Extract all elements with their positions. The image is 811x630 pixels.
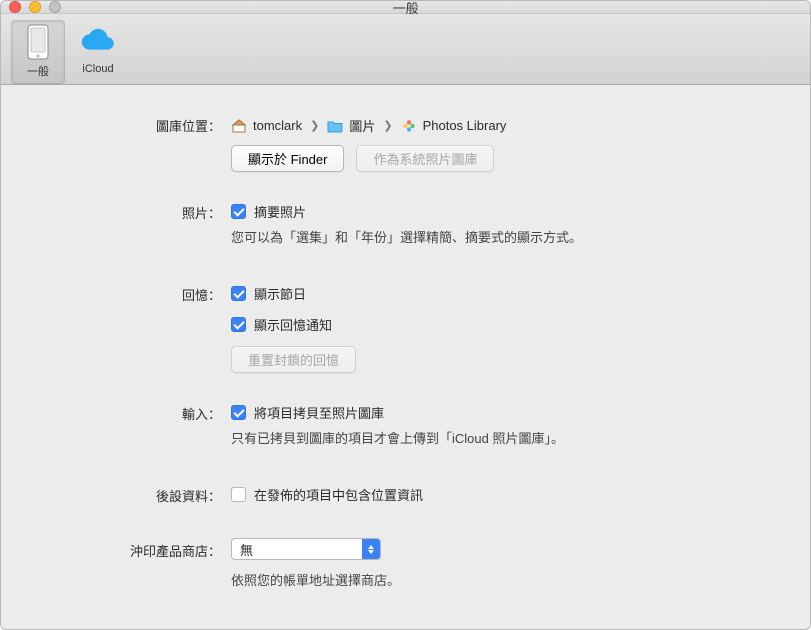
checkbox-label: 顯示節日 (254, 284, 306, 303)
tab-label: 一般 (27, 63, 49, 79)
row-label: 回憶： (41, 282, 231, 304)
tab-general[interactable]: 一般 (11, 20, 65, 84)
titlebar: 一般 (1, 1, 810, 14)
checkbox-label: 在發佈的項目中包含位置資訊 (254, 485, 423, 504)
close-window-button[interactable] (9, 1, 21, 13)
row-label: 圖庫位置： (41, 113, 231, 135)
window-controls (9, 1, 61, 13)
checkbox-label: 顯示回憶通知 (254, 315, 332, 334)
row-photos: 照片： 摘要照片 您可以為「選集」和「年份」選擇精簡、摘要式的顯示方式。 (41, 200, 770, 254)
checkbox-label: 將項目拷貝至照片圖庫 (254, 403, 384, 422)
preferences-window: 一般 一般 iCloud 圖庫位置： (0, 0, 811, 630)
general-icon (19, 23, 57, 61)
row-print-store: 沖印產品商店： 無 依照您的帳單地址選擇商店。 (41, 538, 770, 597)
breadcrumb-segment: Photos Library (423, 118, 507, 133)
summarize-photos-checkbox[interactable] (231, 204, 246, 219)
row-label: 照片： (41, 200, 231, 222)
help-text: 依照您的帳單地址選擇商店。 (231, 570, 770, 589)
icloud-icon (79, 23, 117, 61)
row-library-location: 圖庫位置： tomclark ❯ 圖片 ❯ (41, 113, 770, 172)
row-label: 輸入： (41, 401, 231, 423)
include-location-checkbox[interactable] (231, 487, 246, 502)
show-memory-notifications-checkbox[interactable] (231, 317, 246, 332)
copy-to-library-checkbox[interactable] (231, 405, 246, 420)
zoom-window-button[interactable] (49, 1, 61, 13)
folder-icon (327, 118, 343, 134)
help-text: 只有已拷貝到圖庫的項目才會上傳到「iCloud 照片圖庫」。 (231, 428, 770, 447)
breadcrumb-segment: tomclark (253, 118, 302, 133)
show-holidays-checkbox[interactable] (231, 286, 246, 301)
home-icon (231, 118, 247, 134)
photos-app-icon (401, 118, 417, 134)
tab-icloud[interactable]: iCloud (71, 20, 125, 80)
library-path-breadcrumb: tomclark ❯ 圖片 ❯ P (231, 113, 770, 135)
breadcrumb-segment: 圖片 (349, 116, 375, 135)
show-in-finder-button[interactable]: 顯示於 Finder (231, 145, 344, 172)
print-store-select[interactable]: 無 (231, 538, 381, 560)
row-importing: 輸入： 將項目拷貝至照片圖庫 只有已拷貝到圖庫的項目才會上傳到「iCloud 照… (41, 401, 770, 455)
help-text: 您可以為「選集」和「年份」選擇精簡、摘要式的顯示方式。 (231, 227, 770, 246)
chevron-right-icon: ❯ (381, 119, 394, 132)
row-memories: 回憶： 顯示節日 顯示回憶通知 重置封鎖的回憶 (41, 282, 770, 373)
set-system-library-button: 作為系統照片圖庫 (356, 145, 494, 172)
updown-icon (362, 539, 380, 559)
window-title: 一般 (392, 0, 418, 17)
tab-label: iCloud (82, 63, 113, 75)
row-label: 沖印產品商店： (41, 538, 231, 560)
checkbox-label: 摘要照片 (254, 202, 306, 221)
reset-blocked-memories-button: 重置封鎖的回憶 (231, 346, 356, 373)
select-value: 無 (232, 540, 362, 559)
row-label: 後設資料： (41, 483, 231, 505)
preferences-toolbar: 一般 iCloud (1, 14, 810, 85)
minimize-window-button[interactable] (29, 1, 41, 13)
chevron-right-icon: ❯ (308, 119, 321, 132)
row-metadata: 後設資料： 在發佈的項目中包含位置資訊 (41, 483, 770, 510)
preferences-content: 圖庫位置： tomclark ❯ 圖片 ❯ (1, 85, 810, 630)
